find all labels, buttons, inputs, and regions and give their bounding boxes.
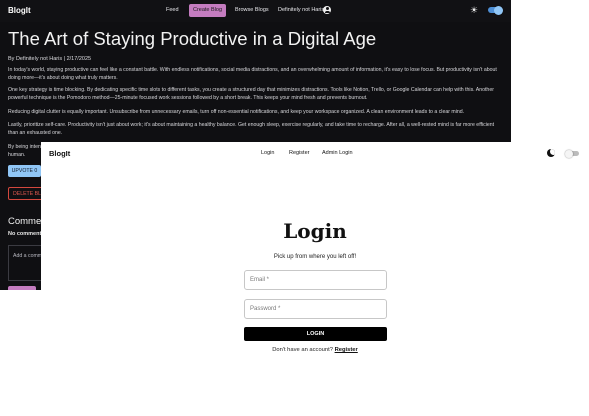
no-comments-text: No comments [8,231,45,237]
nav-user-name[interactable]: Definitely not Haris [278,7,324,13]
password-field[interactable]: Password * [244,299,387,319]
page-title: Login [283,219,347,243]
brand-logo[interactable]: BlogIt [49,149,70,158]
brand-logo[interactable]: BlogIt [8,6,31,15]
post-paragraph: In today's world, staying productive can… [8,67,497,82]
nav-feed[interactable]: Feed [166,7,179,13]
email-field[interactable]: Email * [244,270,387,290]
nav-admin-login[interactable]: Admin Login [322,150,353,156]
sun-icon[interactable]: ☀ [470,5,478,15]
login-button[interactable]: LOGIN [244,327,387,341]
register-prompt: Don't have an account? Register [41,347,589,353]
post-meta: By Definitely not Haris | 2/17/2025 [8,56,92,62]
post-paragraph: Lastly, prioritize self-care. Productivi… [8,122,495,137]
user-icon[interactable] [323,6,331,14]
nav-register[interactable]: Register [289,150,309,156]
page-subtitle: Pick up from where you left off! [273,254,357,260]
upvote-button[interactable]: UPVOTE 0 [8,165,41,177]
nav-browse-blogs[interactable]: Browse Blogs [235,7,269,13]
register-link[interactable]: Register [335,347,358,353]
navbar: BlogIt Feed Create Blog Browse Blogs Def… [0,0,511,22]
theme-toggle[interactable] [488,5,503,15]
post-title: The Art of Staying Productive in a Digit… [8,28,377,49]
theme-toggle[interactable] [565,149,579,158]
register-prompt-text: Don't have an account? [272,347,333,353]
post-paragraph: Reducing digital clutter is equally impo… [8,109,465,115]
moon-icon[interactable] [547,149,555,157]
create-blog-button[interactable]: Create Blog [189,4,226,17]
submit-comment-button[interactable] [8,286,36,290]
post-paragraph: One key strategy is time blocking. By de… [8,87,494,102]
nav-login[interactable]: Login [261,150,274,156]
login-window: BlogIt Login Register Admin Login Login … [41,142,589,416]
